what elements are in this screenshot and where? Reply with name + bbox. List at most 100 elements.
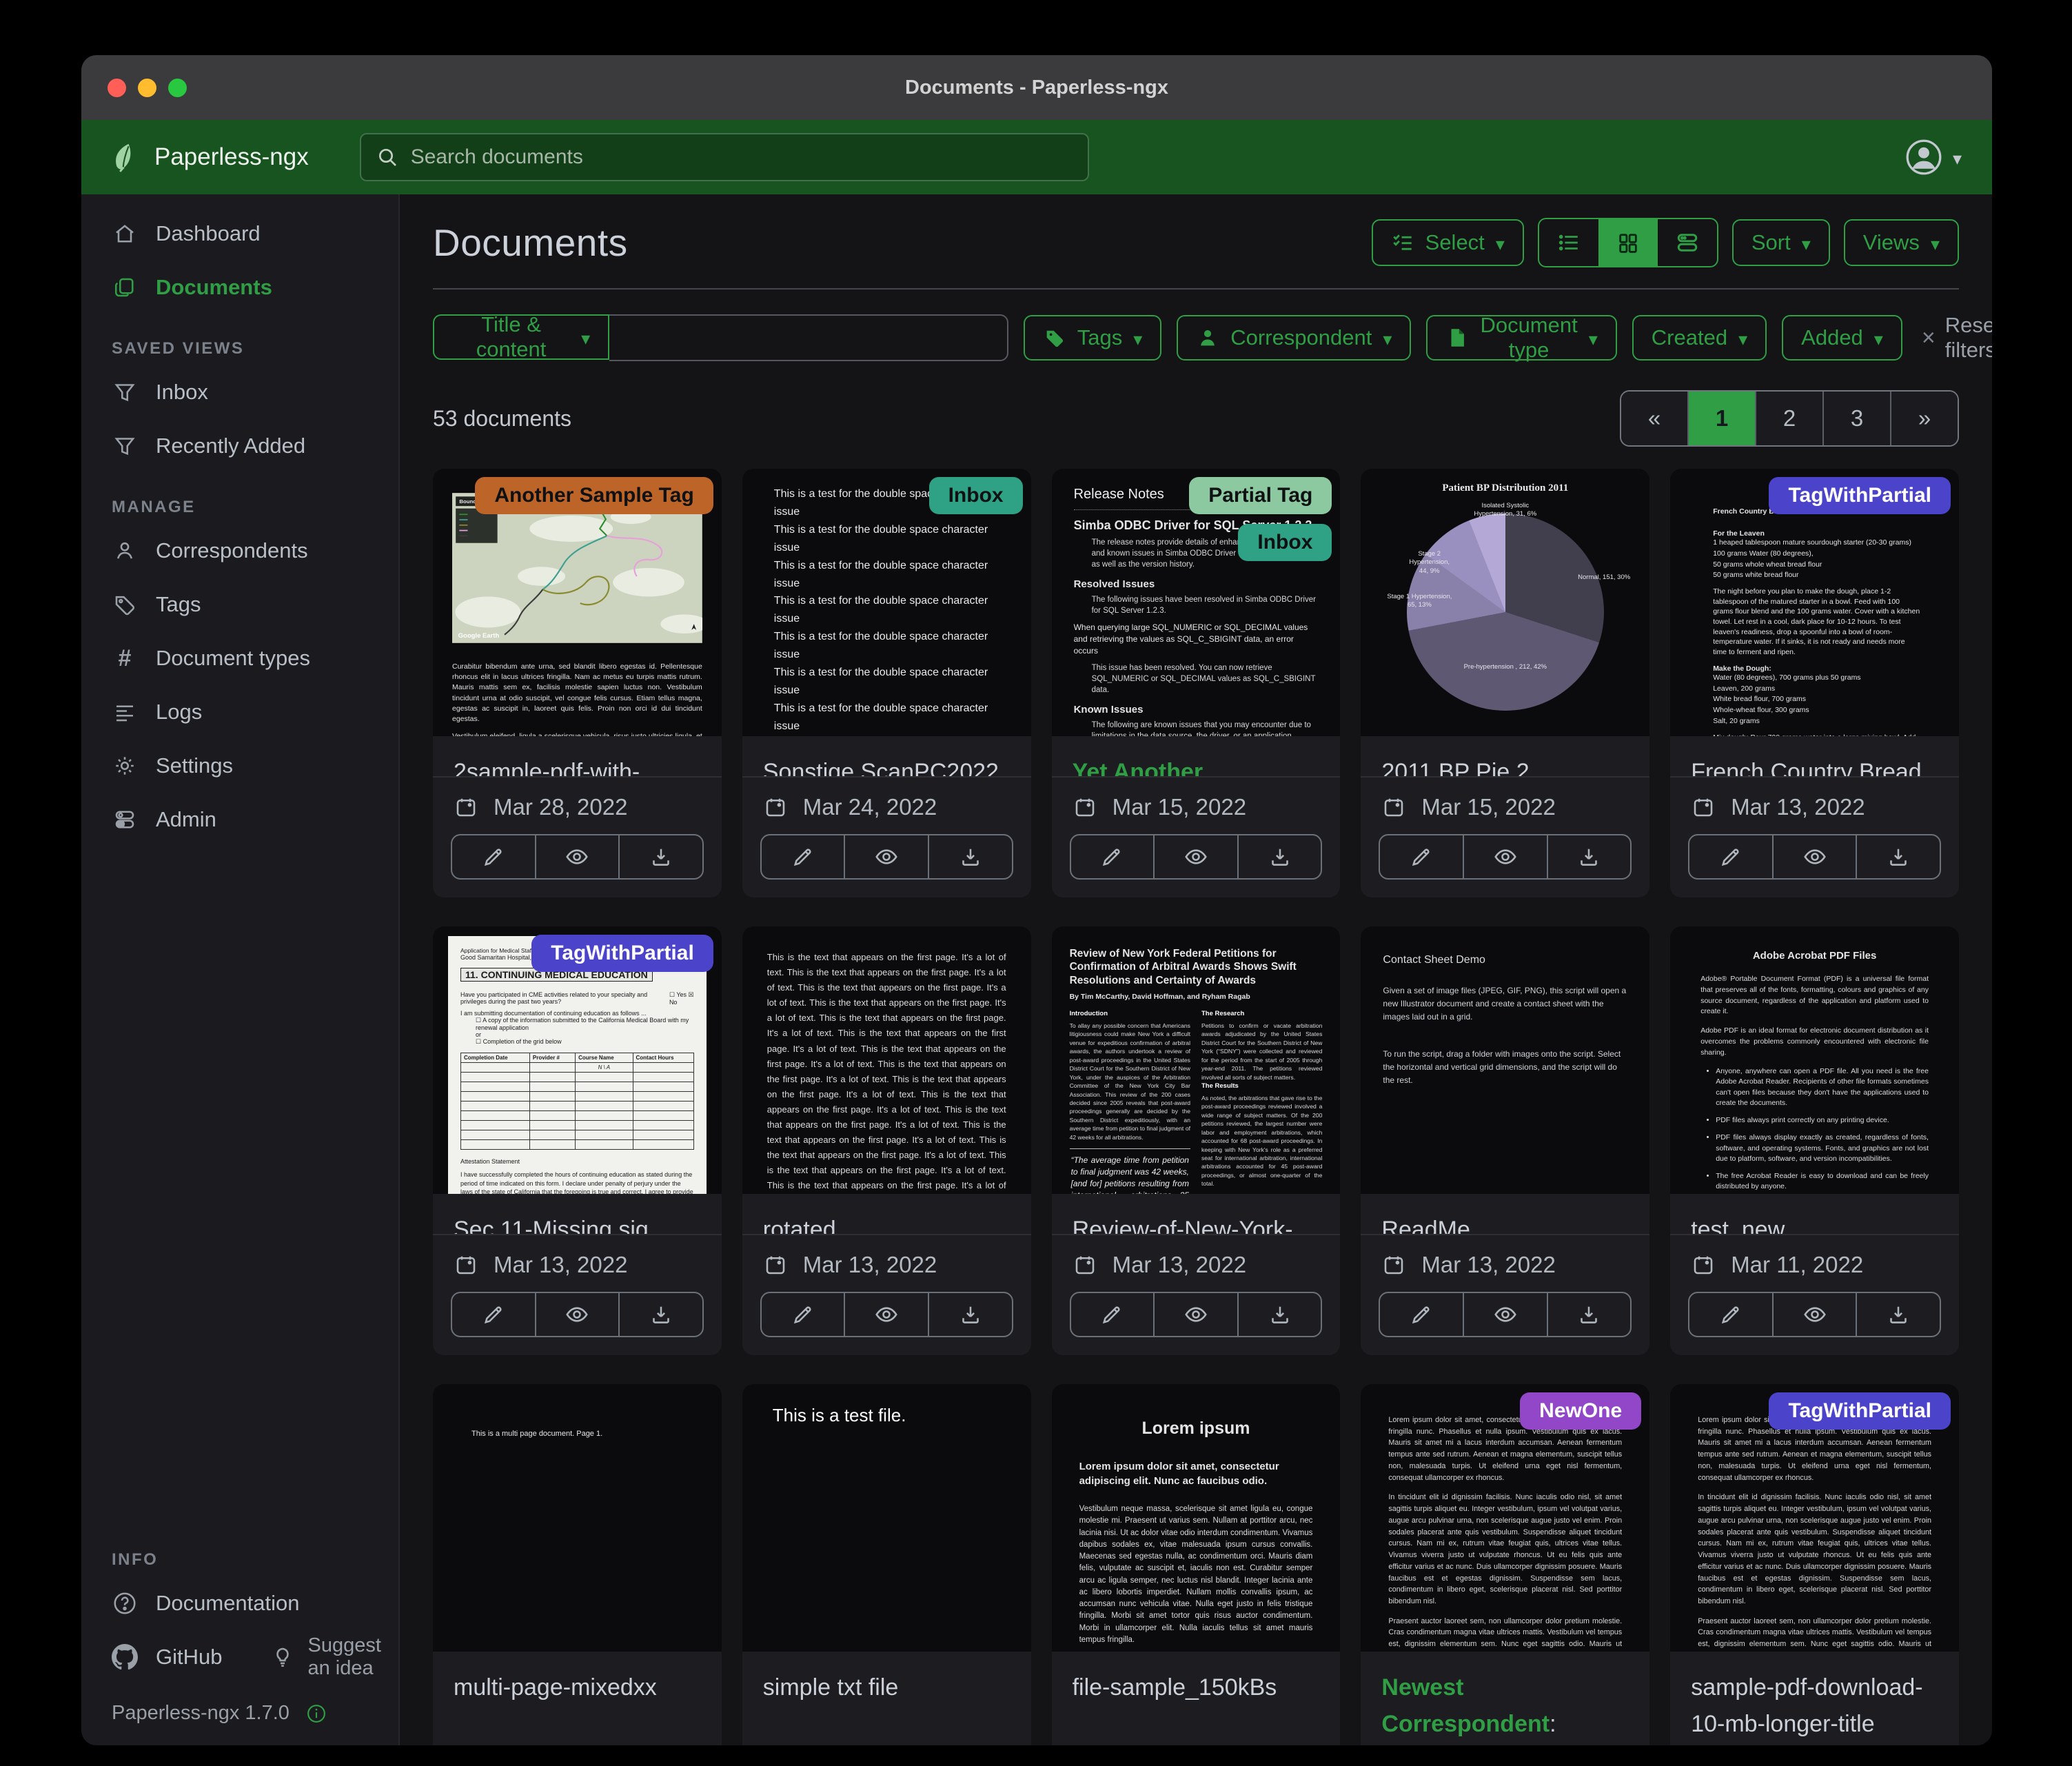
document-title[interactable]: Sec 11-Missing sig xyxy=(433,1194,722,1234)
download-button[interactable] xyxy=(1547,1293,1631,1336)
tag-badge[interactable]: Another Sample Tag xyxy=(475,477,713,514)
sidebar-item-document-types[interactable]: #Document types xyxy=(81,631,398,685)
close-window-button[interactable] xyxy=(108,79,126,97)
document-title[interactable]: 2sample-pdf-with-images xyxy=(433,736,722,776)
detail-view-button[interactable] xyxy=(1658,219,1717,266)
pagination-page-3[interactable]: 3 xyxy=(1822,392,1890,445)
document-title[interactable]: sample-pdf-download-10-mb-longer-title xyxy=(1670,1652,1959,1745)
document-thumbnail[interactable]: This is a multi page document. Page 1. xyxy=(433,1384,722,1652)
tag-badge[interactable]: TagWithPartial xyxy=(1769,1392,1951,1430)
sidebar-item-inbox[interactable]: Inbox xyxy=(81,365,398,419)
tag-badge[interactable]: Inbox xyxy=(1238,524,1332,561)
download-button[interactable] xyxy=(928,835,1012,878)
tag-badge[interactable]: NewOne xyxy=(1520,1392,1641,1430)
document-thumbnail[interactable]: French Country BreadFor the Leaven1 heap… xyxy=(1670,469,1959,736)
document-title[interactable]: French Country Bread Revised.docx xyxy=(1670,736,1959,776)
pagination-page-2[interactable]: 2 xyxy=(1755,392,1822,445)
document-thumbnail[interactable]: Review of New York Federal Petitions for… xyxy=(1052,926,1341,1194)
sidebar-item-github[interactable]: GitHub xyxy=(112,1644,222,1670)
edit-button[interactable] xyxy=(1380,835,1463,878)
download-button[interactable] xyxy=(618,1293,702,1336)
edit-button[interactable] xyxy=(452,1293,535,1336)
download-button[interactable] xyxy=(1856,835,1940,878)
edit-button[interactable] xyxy=(1689,1293,1772,1336)
view-button[interactable] xyxy=(1463,1293,1547,1336)
edit-button[interactable] xyxy=(452,835,535,878)
sidebar-item-dashboard[interactable]: Dashboard xyxy=(81,207,398,261)
document-thumbnail[interactable]: Boundary Waters Trip Google Earth Curabi… xyxy=(433,469,722,736)
app-brand[interactable]: Paperless-ngx xyxy=(112,141,309,173)
download-button[interactable] xyxy=(1547,835,1631,878)
document-title[interactable]: Yet Another Correspondent: Testing Email xyxy=(1052,736,1341,776)
document-title[interactable]: file-sample_150kBs xyxy=(1052,1652,1341,1745)
edit-button[interactable] xyxy=(762,1293,844,1336)
views-button[interactable]: Views ▾ xyxy=(1844,219,1959,266)
edit-button[interactable] xyxy=(1071,1293,1154,1336)
document-title[interactable]: Newest Correspondent: f_combineds xyxy=(1361,1652,1649,1745)
document-title[interactable]: Review-of-New-York-Federal-Petitions-art… xyxy=(1052,1194,1341,1234)
correspondent-link[interactable]: Newest Correspondent xyxy=(1381,1674,1550,1737)
view-button[interactable] xyxy=(1772,835,1856,878)
sidebar-item-settings[interactable]: Settings xyxy=(81,739,398,793)
sidebar-item-recently-added[interactable]: Recently Added xyxy=(81,419,398,473)
reset-filters-button[interactable]: × Reset filters xyxy=(1922,313,1992,363)
filter-document-type-button[interactable]: Document type▾ xyxy=(1426,315,1616,361)
correspondent-link[interactable]: Yet Another Correspondent xyxy=(1073,759,1241,776)
minimize-window-button[interactable] xyxy=(138,79,156,97)
filter-created-button[interactable]: Created▾ xyxy=(1632,315,1767,361)
select-button[interactable]: Select ▾ xyxy=(1372,219,1524,266)
zoom-window-button[interactable] xyxy=(168,79,187,97)
download-button[interactable] xyxy=(1237,1293,1321,1336)
filter-query-input[interactable] xyxy=(609,314,1008,361)
download-button[interactable] xyxy=(928,1293,1012,1336)
document-title[interactable]: 2011 BP Pie 2 xyxy=(1361,736,1649,776)
view-button[interactable] xyxy=(535,835,619,878)
sidebar-item-correspondents[interactable]: Correspondents xyxy=(81,524,398,578)
filter-added-button[interactable]: Added▾ xyxy=(1782,315,1902,361)
document-title[interactable]: Sonstige ScanPC2022 03-24_081058 xyxy=(742,736,1031,776)
sort-button[interactable]: Sort ▾ xyxy=(1732,219,1830,266)
sidebar-item-admin[interactable]: Admin xyxy=(81,793,398,846)
edit-button[interactable] xyxy=(1380,1293,1463,1336)
tag-badge[interactable]: Partial Tag xyxy=(1189,477,1332,514)
document-thumbnail[interactable]: This is a test for the double space char… xyxy=(742,469,1031,736)
pagination-prev[interactable]: « xyxy=(1621,392,1687,445)
view-button[interactable] xyxy=(1153,1293,1237,1336)
sidebar-item-documentation[interactable]: Documentation xyxy=(81,1576,398,1630)
view-button[interactable] xyxy=(535,1293,619,1336)
document-thumbnail[interactable]: Adobe Acrobat PDF FilesAdobe® Portable D… xyxy=(1670,926,1959,1194)
filter-correspondent-button[interactable]: Correspondent▾ xyxy=(1177,315,1411,361)
download-button[interactable] xyxy=(1237,835,1321,878)
view-button[interactable] xyxy=(1153,835,1237,878)
view-button[interactable] xyxy=(1772,1293,1856,1336)
document-thumbnail[interactable]: Contact Sheet DemoGiven a set of image f… xyxy=(1361,926,1649,1194)
document-title[interactable]: simple txt file xyxy=(742,1652,1031,1745)
edit-button[interactable] xyxy=(1071,835,1154,878)
document-thumbnail[interactable]: Patient BP Distribution 2011Normal, 151,… xyxy=(1361,469,1649,736)
suggest-idea-link[interactable]: Suggest an idea xyxy=(270,1634,380,1680)
document-thumbnail[interactable]: Release NotesSimba ODBC Driver for SQL S… xyxy=(1052,469,1341,736)
document-thumbnail[interactable]: Lorem ipsum dolor sit amet, consectetur … xyxy=(1361,1384,1649,1652)
download-button[interactable] xyxy=(618,835,702,878)
info-icon[interactable] xyxy=(306,1703,327,1724)
view-button[interactable] xyxy=(844,1293,928,1336)
search-input[interactable] xyxy=(409,145,1073,170)
sidebar-item-logs[interactable]: Logs xyxy=(81,685,398,739)
document-thumbnail[interactable]: Lorem ipsum dolor sit amet, consectetur … xyxy=(1670,1384,1959,1652)
document-thumbnail[interactable]: Application for Medical Staff MembersGoo… xyxy=(433,926,722,1194)
document-title[interactable]: ReadMe xyxy=(1361,1194,1649,1234)
global-search[interactable] xyxy=(360,133,1089,181)
sidebar-item-tags[interactable]: Tags xyxy=(81,578,398,631)
document-thumbnail[interactable]: This is the text that appears on the fir… xyxy=(742,926,1031,1194)
document-title[interactable]: test_new xyxy=(1670,1194,1959,1234)
pagination-page-1[interactable]: 1 xyxy=(1687,392,1755,445)
grid-view-button[interactable] xyxy=(1598,219,1658,266)
filter-field-button[interactable]: Title & content ▾ xyxy=(433,314,609,360)
tag-badge[interactable]: Inbox xyxy=(929,477,1023,514)
user-menu[interactable]: ▾ xyxy=(1905,138,1962,176)
download-button[interactable] xyxy=(1856,1293,1940,1336)
filter-tags-button[interactable]: Tags▾ xyxy=(1024,315,1162,361)
tag-badge[interactable]: TagWithPartial xyxy=(531,935,713,972)
view-button[interactable] xyxy=(1463,835,1547,878)
edit-button[interactable] xyxy=(762,835,844,878)
